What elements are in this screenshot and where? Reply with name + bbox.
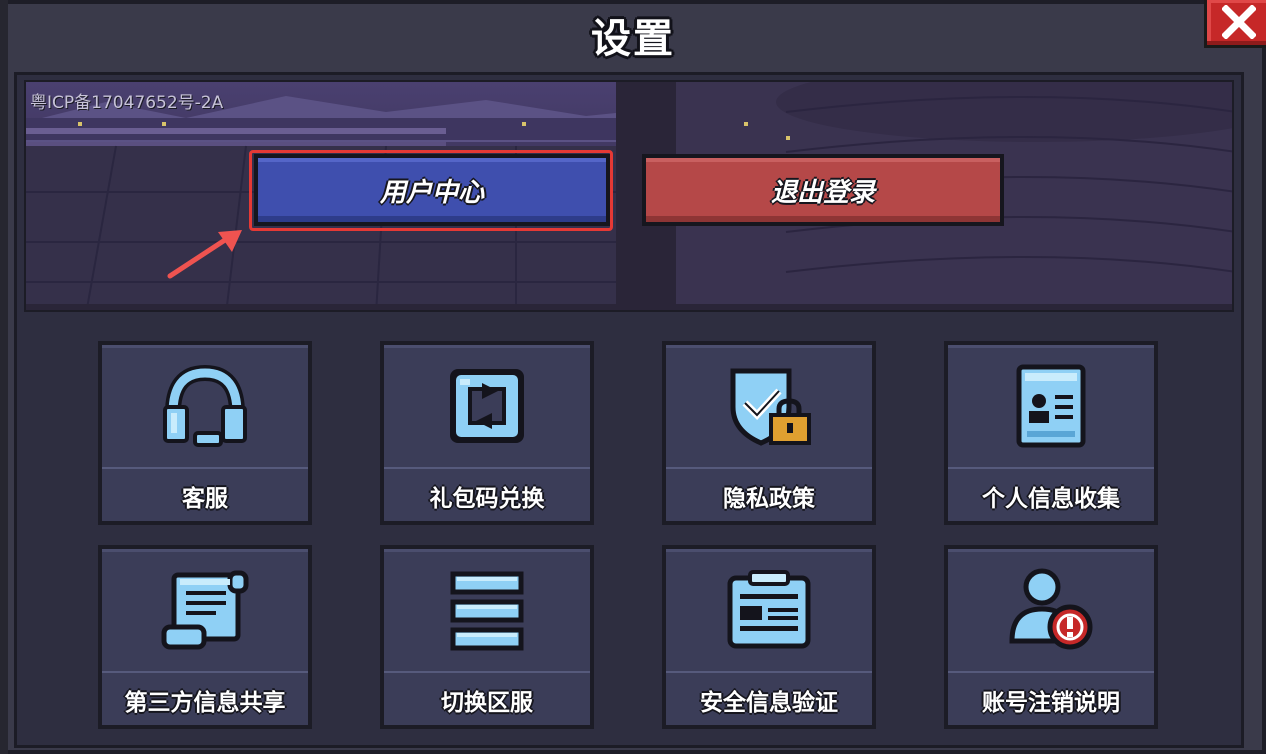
- icp-license-text: 粤ICP备17047652号-2A: [30, 93, 224, 113]
- tile-label: 礼包码兑换: [429, 486, 545, 512]
- tile-security-verification[interactable]: 安全信息验证: [662, 545, 876, 729]
- tile-label: 安全信息验证: [700, 690, 838, 716]
- close-button[interactable]: [1204, 0, 1266, 48]
- logout-button[interactable]: 退出登录: [642, 154, 1004, 226]
- shield-lock-icon: [730, 368, 811, 446]
- clipboard-icon: [727, 570, 811, 649]
- user-center-button[interactable]: 用户中心: [254, 154, 610, 226]
- tile-label: 第三方信息共享: [124, 690, 286, 716]
- window-title: 设置: [591, 16, 675, 62]
- headset-icon: [163, 364, 247, 447]
- tile-label: 隐私政策: [723, 486, 815, 512]
- close-icon: [1222, 5, 1256, 39]
- pointer-arrow-icon: [167, 230, 242, 279]
- exchange-icon: [450, 369, 524, 443]
- tile-personal-info-collection[interactable]: 个人信息收集: [944, 341, 1158, 525]
- tile-label: 切换区服: [441, 690, 533, 716]
- tile-label: 账号注销说明: [982, 690, 1120, 716]
- tile-third-party-sharing[interactable]: 第三方信息共享: [98, 545, 312, 729]
- server-list-icon: [450, 571, 524, 651]
- tile-label: 个人信息收集: [982, 486, 1120, 512]
- tile-account-deletion[interactable]: 账号注销说明: [944, 545, 1158, 729]
- tile-privacy-policy[interactable]: 隐私政策: [662, 341, 876, 525]
- tile-customer-service[interactable]: 客服: [98, 341, 312, 525]
- tile-switch-server[interactable]: 切换区服: [380, 545, 594, 729]
- tile-gift-code[interactable]: 礼包码兑换: [380, 341, 594, 525]
- user-warning-icon: [1009, 568, 1093, 650]
- tile-label: 客服: [182, 486, 228, 512]
- left-edge-strip: [0, 0, 8, 754]
- id-card-icon: [1016, 364, 1086, 448]
- scroll-icon: [161, 570, 249, 650]
